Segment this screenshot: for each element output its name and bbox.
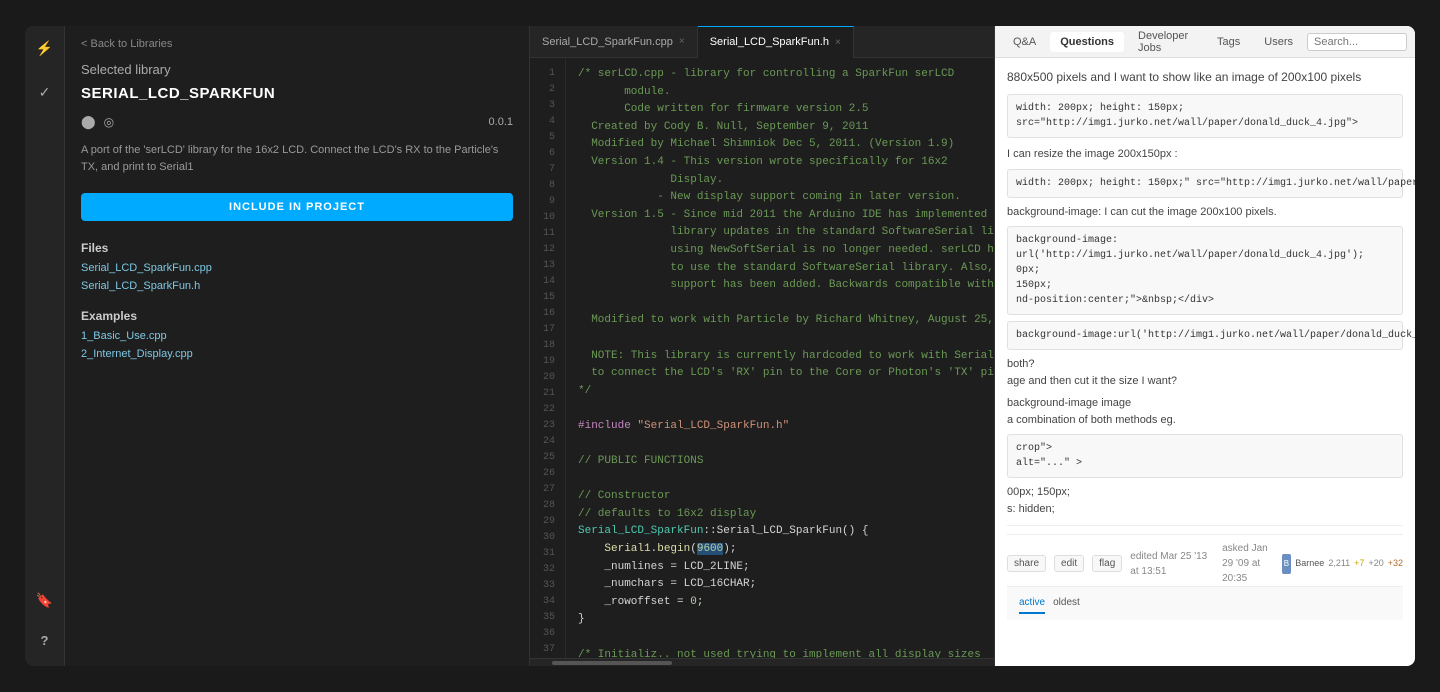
sidebar-icons: ⚡ ✓ 🔖 ?: [25, 26, 65, 666]
so-divider: [1007, 525, 1403, 526]
so-tab-users[interactable]: Users: [1254, 32, 1303, 52]
so-edit-button[interactable]: edit: [1054, 555, 1084, 572]
so-answer-both: both?: [1007, 356, 1403, 373]
file-item-cpp[interactable]: Serial_LCD_SparkFun.cpp: [65, 259, 529, 277]
so-hidden-note: s: hidden;: [1007, 501, 1403, 518]
code-editor-area: Serial_LCD_SparkFun.cpp × Serial_LCD_Spa…: [530, 26, 995, 666]
so-question-text: 880x500 pixels and I want to show like a…: [1007, 68, 1403, 86]
so-code-block-2: width: 200px; height: 150px;" src="http:…: [1007, 169, 1403, 198]
so-edit-info: edited Mar 25 '13 at 13:51: [1130, 549, 1214, 579]
so-tab-oldest[interactable]: oldest: [1053, 593, 1080, 614]
version-badge: 0.0.1: [489, 116, 513, 128]
so-size-note: 00px; 150px;: [1007, 484, 1403, 501]
library-description: A port of the 'serLCD' library for the 1…: [65, 134, 529, 183]
so-tab-jobs[interactable]: Developer Jobs: [1128, 26, 1203, 58]
so-flag-button[interactable]: flag: [1092, 555, 1122, 572]
so-search-input[interactable]: [1307, 33, 1407, 51]
so-code-block-1: width: 200px; height: 150px; src="http:/…: [1007, 94, 1403, 138]
back-to-libraries-link[interactable]: < Back to Libraries: [65, 26, 529, 58]
bookmark-icon[interactable]: 🔖: [31, 586, 59, 614]
so-answer-final: background-image image: [1007, 395, 1403, 412]
so-answer-intro: I can resize the image 200x150px :: [1007, 146, 1403, 163]
so-content: 880x500 pixels and I want to show like a…: [995, 58, 1415, 666]
scrollbar-thumb[interactable]: [552, 661, 672, 665]
tab-h-label: Serial_LCD_SparkFun.h: [710, 36, 829, 48]
library-meta: ⬤ ◎ 0.0.1: [65, 110, 529, 134]
so-user-name: Barnee: [1295, 557, 1324, 571]
code-editor: 12345 678910 1112131415 1617181920 21222…: [530, 58, 994, 658]
tab-cpp[interactable]: Serial_LCD_SparkFun.cpp ×: [530, 26, 698, 58]
so-code-block-5: crop"> alt="..." >: [1007, 434, 1403, 478]
help-icon[interactable]: ?: [31, 626, 59, 654]
so-answer-text: background-image: I can cut the image 20…: [1007, 204, 1403, 221]
so-user-rep: 2,211: [1328, 557, 1350, 571]
so-bottom-tabs: active oldest: [1007, 586, 1403, 620]
file-item-h[interactable]: Serial_LCD_SparkFun.h: [65, 277, 529, 295]
so-header: Q&A Questions Developer Jobs Tags Users: [995, 26, 1415, 58]
so-tab-active[interactable]: active: [1019, 593, 1045, 614]
so-tab-tags[interactable]: Tags: [1207, 32, 1250, 52]
so-answer-resize: age and then cut it the size I want?: [1007, 373, 1403, 390]
tab-h[interactable]: Serial_LCD_SparkFun.h ×: [698, 26, 854, 58]
so-edit-timestamp: edited Mar 25 '13 at 13:51: [1130, 549, 1214, 579]
example-item-1[interactable]: 1_Basic_Use.cpp: [65, 327, 529, 345]
selected-library-label: Selected library: [65, 58, 529, 81]
so-image-text: image: [1101, 397, 1131, 409]
tab-cpp-label: Serial_LCD_SparkFun.cpp: [542, 36, 673, 48]
stackoverflow-panel: Q&A Questions Developer Jobs Tags Users …: [995, 26, 1415, 666]
line-numbers: 12345 678910 1112131415 1617181920 21222…: [530, 58, 566, 658]
example-item-2[interactable]: 2_Internet_Display.cpp: [65, 345, 529, 363]
so-asked-timestamp: asked Jan 29 '09 at 20:35: [1222, 541, 1277, 586]
so-answer-hidden: 00px; 150px; s: hidden;: [1007, 484, 1403, 517]
so-answer-combination: a combination of both methods eg.: [1007, 412, 1403, 429]
tab-h-close[interactable]: ×: [835, 37, 841, 48]
library-sidebar: < Back to Libraries Selected library SER…: [65, 26, 530, 666]
code-content[interactable]: /* serLCD.cpp - library for controlling …: [566, 58, 994, 658]
github-icon: ⬤: [81, 114, 96, 130]
so-user-bronze: +32: [1388, 557, 1403, 571]
so-share-button[interactable]: share: [1007, 555, 1046, 572]
so-user-gold: +7: [1354, 557, 1364, 571]
examples-section-label: Examples: [65, 299, 529, 327]
so-meta: share edit flag edited Mar 25 '13 at 13:…: [1007, 534, 1403, 586]
so-tab-qa[interactable]: Q&A: [1003, 32, 1046, 52]
so-code-block-3: background-image: url('http://img1.jurko…: [1007, 226, 1403, 315]
check-icon[interactable]: ✓: [31, 78, 59, 106]
tab-cpp-close[interactable]: ×: [679, 36, 685, 47]
horizontal-scrollbar[interactable]: [530, 658, 994, 666]
files-section-label: Files: [65, 231, 529, 259]
so-tab-questions[interactable]: Questions: [1050, 32, 1124, 52]
so-asked-info: asked Jan 29 '09 at 20:35 B Barnee 2,211…: [1222, 541, 1403, 586]
github-icon-2: ◎: [104, 115, 114, 129]
library-name: SERIAL_LCD_SPARKFUN: [65, 81, 529, 110]
tab-bar: Serial_LCD_SparkFun.cpp × Serial_LCD_Spa…: [530, 26, 994, 58]
so-code-block-4: background-image:url('http://img1.jurko.…: [1007, 321, 1403, 350]
lightning-icon[interactable]: ⚡: [31, 34, 59, 62]
so-user-silver: +20: [1368, 557, 1383, 571]
include-in-project-button[interactable]: INCLUDE IN PROJECT: [81, 193, 513, 221]
avatar-barnee: B: [1282, 554, 1292, 574]
so-bg-image-text: background-image: [1007, 397, 1098, 409]
